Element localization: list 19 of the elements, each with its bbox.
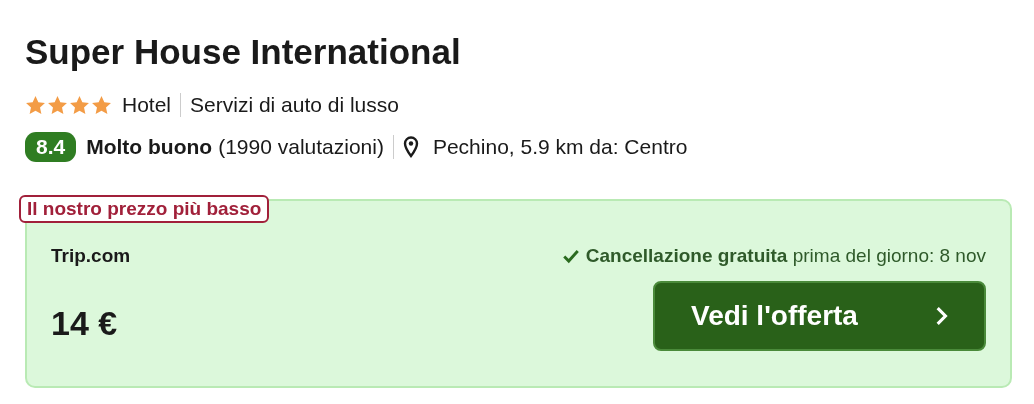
hotel-feature: Servizi di auto di lusso — [190, 93, 399, 117]
hotel-name: Super House International — [25, 31, 462, 73]
star-icon — [69, 94, 90, 116]
price: 14 € — [51, 303, 118, 343]
free-cancellation-text: Cancellazione gratuita prima del giorno: 8 nov — [585, 245, 986, 267]
lowest-price-badge: Il nostro prezzo più basso — [19, 195, 270, 223]
check-icon — [561, 247, 580, 265]
star-icon — [91, 94, 112, 116]
view-offer-button[interactable]: Vedi l'offerta — [653, 281, 986, 351]
location-text: Pechino, 5.9 km da: Centro — [432, 135, 688, 159]
star-icon — [47, 94, 68, 116]
location-pin-icon — [402, 136, 419, 158]
rating-label: Molto buono — [86, 135, 213, 159]
rating-score: 8.4 — [25, 132, 77, 162]
review-count: (1990 valutazioni) — [218, 135, 384, 159]
hotel-category: Hotel — [122, 93, 172, 117]
provider-name: Trip.com — [51, 245, 131, 267]
chevron-right-icon — [934, 306, 948, 326]
star-icon — [25, 94, 46, 116]
